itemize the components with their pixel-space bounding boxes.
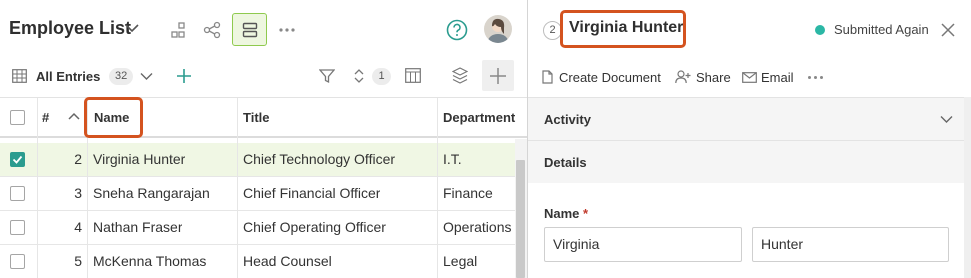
document-icon — [542, 70, 553, 84]
filter-count-badge: 1 — [372, 68, 391, 85]
name-field-label: Name * — [544, 206, 588, 221]
list-panel: Employee List All Entries 32 1 # Name Ti… — [0, 0, 527, 278]
row-checkbox[interactable] — [10, 186, 25, 201]
cell-name[interactable]: Virginia Hunter — [93, 143, 185, 176]
cell-title[interactable]: Head Counsel — [243, 245, 332, 278]
plus-icon — [489, 67, 507, 85]
column-number[interactable]: # — [42, 98, 49, 137]
required-marker: * — [583, 206, 589, 221]
activity-section[interactable]: Activity — [528, 97, 971, 140]
create-document-button[interactable]: Create Document — [542, 70, 661, 85]
layers-icon[interactable] — [452, 67, 468, 84]
cell-title[interactable]: Chief Financial Officer — [243, 177, 380, 210]
activity-title: Activity — [544, 112, 591, 127]
select-all-checkbox[interactable] — [10, 110, 25, 125]
entry-count-badge: 32 — [109, 68, 134, 85]
column-divider — [37, 98, 38, 278]
create-document-label: Create Document — [559, 70, 661, 85]
record-number: 2 — [543, 21, 562, 40]
grid-scrollbar-thumb[interactable] — [516, 160, 525, 278]
status-indicator-icon — [815, 25, 825, 35]
cell-department[interactable]: Finance — [443, 177, 493, 210]
row-number: 5 — [74, 253, 82, 269]
more-icon[interactable] — [807, 75, 824, 80]
avatar[interactable] — [484, 15, 512, 43]
name-label-text: Name — [544, 206, 580, 221]
envelope-icon — [742, 72, 757, 83]
share-nodes-icon[interactable] — [203, 21, 221, 39]
email-label: Email — [761, 70, 794, 85]
chevron-down-icon[interactable] — [940, 115, 953, 124]
column-divider — [87, 98, 88, 278]
panel-scrollbar[interactable] — [964, 97, 971, 278]
column-divider — [437, 98, 438, 278]
row-checkbox[interactable] — [10, 220, 25, 235]
row-number: 4 — [74, 219, 82, 235]
list-view-icon — [242, 22, 258, 38]
column-name[interactable]: Name — [94, 98, 129, 137]
record-panel: 2 Virginia Hunter Submitted Again Create… — [527, 0, 971, 278]
row-number: 2 — [74, 151, 82, 167]
column-title[interactable]: Title — [243, 98, 270, 137]
close-icon[interactable] — [941, 23, 955, 37]
list-view-button[interactable] — [232, 13, 267, 46]
email-button[interactable]: Email — [742, 70, 794, 85]
row-checkbox[interactable] — [10, 152, 25, 167]
columns-icon[interactable] — [405, 68, 421, 83]
column-department[interactable]: Department — [443, 98, 515, 137]
row-number: 3 — [74, 185, 82, 201]
help-icon[interactable] — [446, 19, 468, 41]
cell-name[interactable]: Sneha Rangarajan — [93, 177, 210, 210]
share-button[interactable]: Share — [675, 70, 731, 85]
record-title: Virginia Hunter — [569, 19, 684, 36]
chevron-down-icon[interactable] — [140, 72, 153, 81]
sort-icon[interactable] — [353, 68, 365, 84]
cell-department[interactable]: Operations — [443, 211, 511, 244]
cell-name[interactable]: McKenna Thomas — [93, 245, 206, 278]
column-divider — [237, 98, 238, 278]
cell-title[interactable]: Chief Operating Officer — [243, 211, 386, 244]
plus-icon[interactable] — [176, 68, 192, 84]
details-section[interactable]: Details — [528, 140, 971, 183]
add-entry-button[interactable] — [482, 60, 514, 91]
grid-icon — [12, 69, 27, 83]
cell-name[interactable]: Nathan Fraser — [93, 211, 182, 244]
grid-header: # Name Title Department — [0, 97, 527, 138]
filter-icon[interactable] — [319, 68, 335, 84]
cell-department[interactable]: I.T. — [443, 143, 462, 176]
hierarchy-icon[interactable] — [170, 22, 186, 38]
sort-ascending-icon[interactable] — [68, 112, 80, 120]
cell-title[interactable]: Chief Technology Officer — [243, 143, 395, 176]
person-add-icon — [675, 70, 691, 84]
check-icon — [12, 155, 23, 164]
view-selector[interactable]: All Entries — [36, 69, 100, 84]
share-label: Share — [696, 70, 731, 85]
first-name-field[interactable]: Virginia — [544, 227, 742, 262]
chevron-down-icon[interactable] — [125, 23, 139, 33]
app-title[interactable]: Employee List — [9, 18, 131, 39]
last-name-field[interactable]: Hunter — [752, 227, 949, 262]
status-text: Submitted Again — [834, 22, 929, 37]
cell-department[interactable]: Legal — [443, 245, 477, 278]
row-checkbox[interactable] — [10, 254, 25, 269]
details-title: Details — [544, 155, 587, 170]
more-icon[interactable] — [278, 27, 296, 33]
